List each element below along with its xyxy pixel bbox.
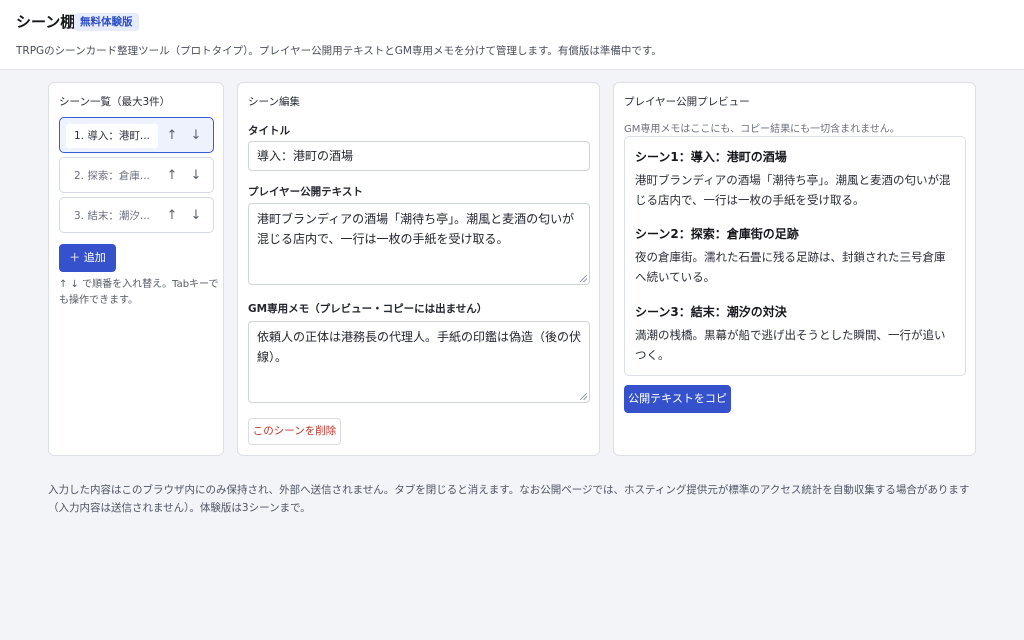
public-text-value: 港町ブランディアの酒場「潮待ち亭」。潮風と麦酒の匂いが混じる店内で、一行は一枚の… bbox=[257, 212, 575, 246]
gm-memo-value: 依頼人の正体は港務長の代理人。手紙の印鑑は偽造（後の伏線）。 bbox=[257, 330, 582, 364]
preview-scene-body: 夜の倉庫街。濡れた石畳に残る足跡は、封鎖された三号倉庫へ続いている。 bbox=[635, 250, 946, 284]
resize-grip-icon[interactable] bbox=[580, 275, 587, 282]
delete-scene-button[interactable]: このシーンを削除 bbox=[248, 418, 341, 445]
preview-scene: シーン1：導入：港町の酒場 港町ブランディアの酒場「潮待ち亭」。潮風と麦酒の匂い… bbox=[635, 149, 955, 210]
reorder-hint: ↑ ↓ で順番を入れ替え。Tabキーでも操作できます。 bbox=[59, 279, 219, 306]
gm-memo-area[interactable]: 依頼人の正体は港務長の代理人。手紙の印鑑は偽造（後の伏線）。 bbox=[248, 321, 590, 403]
preview-scene-body: 港町ブランディアの酒場「潮待ち亭」。潮風と麦酒の匂いが混じる店内で、一行は一枚の… bbox=[635, 173, 951, 207]
public-text-area[interactable]: 港町ブランディアの酒場「潮待ち亭」。潮風と麦酒の匂いが混じる店内で、一行は一枚の… bbox=[248, 203, 590, 285]
scene-list-panel: シーン一覧（最大3件） 1. 導入：港町... ↑ ↓ 2. 探索：倉庫... … bbox=[48, 82, 224, 456]
preview-scene-heading: シーン2：探索：倉庫街の足跡 bbox=[635, 227, 799, 241]
app-description: TRPGのシーンカード整理ツール（プロトタイプ）。プレイヤー公開用テキストとGM… bbox=[16, 45, 662, 57]
title-field-label: タイトル bbox=[248, 125, 290, 137]
move-down-button[interactable]: ↓ bbox=[186, 124, 206, 148]
scene-item-1[interactable]: 1. 導入：港町... ↑ ↓ bbox=[59, 117, 214, 153]
preview-scene: シーン2：探索：倉庫街の足跡 夜の倉庫街。濡れた石畳に残る足跡は、封鎖された三号… bbox=[635, 226, 955, 287]
scene-item-label[interactable]: 3. 結末：潮汐... bbox=[66, 204, 158, 228]
preview-scene-heading: シーン1：導入：港町の酒場 bbox=[635, 150, 787, 164]
scene-item-3[interactable]: 3. 結末：潮汐... ↑ ↓ bbox=[59, 197, 214, 233]
privacy-footer-note: 入力した内容はこのブラウザ内にのみ保持され、外部へ送信されません。タブを閉じると… bbox=[48, 484, 970, 514]
scene-item-label[interactable]: 1. 導入：港町... bbox=[66, 124, 158, 148]
preview-scene-body: 満潮の桟橋。黒幕が船で逃げ出そうとした瞬間、一行が追いつく。 bbox=[635, 328, 946, 362]
move-down-button[interactable]: ↓ bbox=[186, 204, 206, 228]
preview-title: プレイヤー公開プレビュー bbox=[624, 96, 750, 108]
preview-scene-heading: シーン3：結末：潮汐の対決 bbox=[635, 305, 787, 319]
resize-grip-icon[interactable] bbox=[580, 393, 587, 400]
app-title: シーン棚 bbox=[16, 13, 76, 31]
scene-list-title: シーン一覧（最大3件） bbox=[59, 96, 171, 108]
preview-box: シーン1：導入：港町の酒場 港町ブランディアの酒場「潮待ち亭」。潮風と麦酒の匂い… bbox=[624, 136, 966, 376]
scene-item-2[interactable]: 2. 探索：倉庫... ↑ ↓ bbox=[59, 157, 214, 193]
app-header: シーン棚 無料体験版 TRPGのシーンカード整理ツール（プロトタイプ）。プレイヤ… bbox=[0, 0, 1024, 70]
copy-public-text-button[interactable]: 公開テキストをコピー bbox=[624, 385, 731, 433]
scene-item-label[interactable]: 2. 探索：倉庫... bbox=[66, 164, 158, 188]
add-scene-button[interactable]: ＋ 追加 bbox=[59, 244, 116, 272]
scene-editor-panel: シーン編集 タイトル 導入：港町の酒場 プレイヤー公開テキスト 港町ブランディア… bbox=[237, 82, 600, 456]
editor-title: シーン編集 bbox=[248, 96, 300, 108]
title-input[interactable]: 導入：港町の酒場 bbox=[248, 141, 590, 171]
public-text-label: プレイヤー公開テキスト bbox=[248, 186, 363, 198]
preview-scene: シーン3：結末：潮汐の対決 満潮の桟橋。黒幕が船で逃げ出そうとした瞬間、一行が追… bbox=[635, 304, 955, 365]
trial-badge: 無料体験版 bbox=[74, 13, 139, 31]
move-down-button[interactable]: ↓ bbox=[186, 164, 206, 188]
move-up-button[interactable]: ↑ bbox=[162, 204, 182, 228]
preview-panel: プレイヤー公開プレビュー GM専用メモはここにも、コピー結果にも一切含まれません… bbox=[613, 82, 976, 456]
move-up-button[interactable]: ↑ bbox=[162, 124, 182, 148]
move-up-button[interactable]: ↑ bbox=[162, 164, 182, 188]
preview-note: GM専用メモはここにも、コピー結果にも一切含まれません。 bbox=[624, 124, 900, 135]
gm-memo-label: GM専用メモ（プレビュー・コピーには出ません） bbox=[248, 303, 488, 315]
